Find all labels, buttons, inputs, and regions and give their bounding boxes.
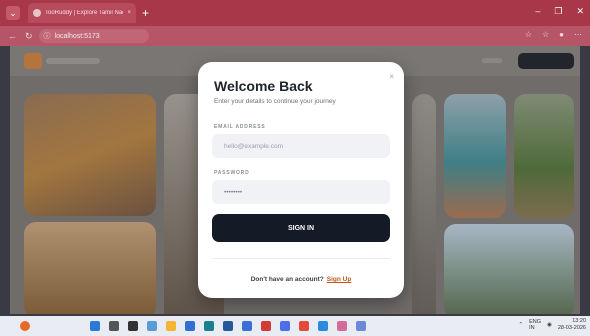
divider (212, 258, 390, 259)
password-field[interactable]: •••••••• (212, 180, 390, 204)
app-icon[interactable] (356, 321, 366, 331)
site-logo (24, 53, 42, 69)
site-brand (46, 58, 100, 64)
header-login-link (482, 58, 502, 63)
modal-subtitle: Enter your details to continue your jour… (214, 98, 336, 105)
widgets-icon[interactable] (147, 321, 157, 331)
bookmark-icon[interactable]: ☆ (542, 30, 549, 39)
vscode-icon[interactable] (318, 321, 328, 331)
file-explorer-icon[interactable] (166, 321, 176, 331)
more-icon[interactable]: ⋯ (574, 30, 582, 39)
tab-close-icon[interactable]: × (127, 10, 131, 16)
start-logo-icon[interactable] (20, 321, 30, 331)
modal-title: Welcome Back (214, 78, 313, 94)
profile-icon[interactable]: ● (559, 30, 564, 39)
clock[interactable]: 13:20 28-03-2026 (558, 318, 586, 332)
wifi-icon[interactable]: ◉ (547, 322, 552, 328)
signup-prompt: Don't have an account? Sign Up (198, 276, 404, 283)
back-icon[interactable]: ← (8, 31, 17, 41)
tray-chevron-icon[interactable]: ⌃ (519, 322, 524, 328)
password-label: PASSWORD (214, 170, 250, 176)
browser-tab[interactable]: TooRuddy | Explore Tamil Nadu × (28, 3, 136, 23)
new-tab-icon[interactable]: + (142, 6, 149, 20)
gallery-card (444, 94, 506, 218)
reload-icon[interactable]: ↻ (25, 31, 33, 42)
app-icon[interactable] (223, 321, 233, 331)
tab-bar: ⌄ TooRuddy | Explore Tamil Nadu × + – ❐ … (0, 0, 590, 26)
tab-favicon-icon (33, 9, 41, 17)
email-label: EMAIL ADDRESS (214, 124, 266, 130)
app-icon[interactable] (280, 321, 290, 331)
gallery-card (412, 94, 436, 314)
language-region: IN (529, 325, 535, 331)
sign-up-link[interactable]: Sign Up (327, 276, 352, 283)
close-window-icon[interactable]: ✕ (576, 6, 584, 17)
search-icon[interactable] (109, 321, 119, 331)
clock-date: 28-03-2026 (557, 325, 586, 331)
edge-icon[interactable] (185, 321, 195, 331)
chrome-icon[interactable] (299, 321, 309, 331)
app-icon[interactable] (261, 321, 271, 331)
windows-icon[interactable] (90, 321, 100, 331)
gallery-card (24, 94, 156, 216)
url-field[interactable]: ⓘ localhost:5173 (38, 29, 149, 43)
gallery-card (514, 94, 574, 218)
login-modal: × Welcome Back Enter your details to con… (198, 62, 404, 298)
email-field[interactable]: hello@example.com (212, 134, 390, 158)
header-cta-button (518, 53, 574, 69)
close-icon[interactable]: × (389, 72, 394, 81)
app-icon[interactable] (337, 321, 347, 331)
app-icon[interactable] (204, 321, 214, 331)
language-indicator[interactable]: ENG IN (529, 319, 541, 331)
gallery-card (444, 224, 574, 314)
site-info-icon[interactable]: ⓘ (44, 31, 51, 41)
app-icon[interactable] (242, 321, 252, 331)
maximize-icon[interactable]: ❐ (554, 6, 562, 17)
address-bar: ← ↻ ⓘ localhost:5173 ☆ ☆ ● ⋯ (0, 26, 590, 46)
tab-menu-icon[interactable]: ⌄ (6, 6, 20, 20)
clock-time: 13:20 (572, 318, 586, 324)
gallery-card (24, 222, 156, 314)
task-view-icon[interactable] (128, 321, 138, 331)
signup-prompt-text: Don't have an account? (250, 276, 324, 283)
sign-in-button[interactable]: SIGN IN (212, 214, 390, 242)
minimize-icon[interactable]: – (535, 6, 540, 17)
browser-window: ⌄ TooRuddy | Explore Tamil Nadu × + – ❐ … (0, 0, 590, 336)
taskbar: ⌃ ENG IN ◉ 13:20 28-03-2026 (0, 316, 590, 336)
url-text: localhost:5173 (54, 32, 100, 40)
tab-title: TooRuddy | Explore Tamil Nadu (45, 10, 124, 16)
extensions-icon[interactable]: ☆ (525, 30, 532, 39)
